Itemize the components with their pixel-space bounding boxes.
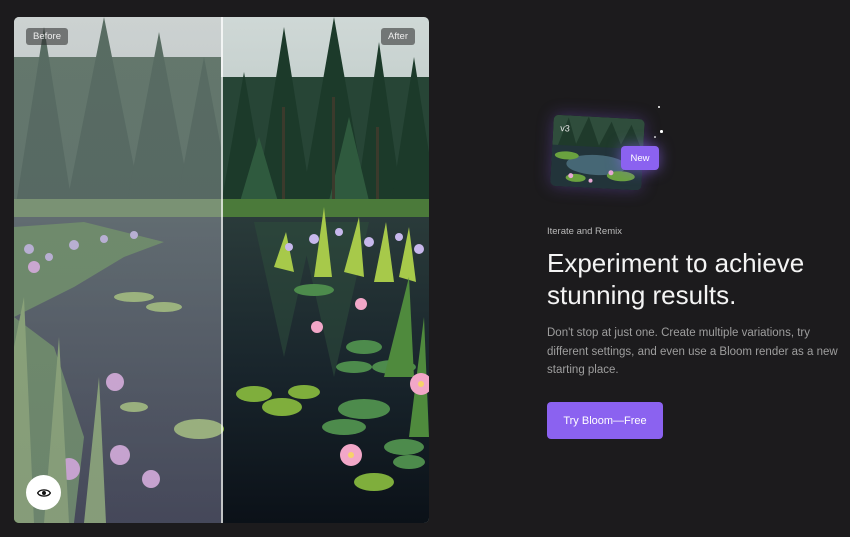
before-label: Before: [26, 28, 68, 45]
variation-preview: v3 New: [550, 106, 665, 192]
eye-icon: [36, 488, 51, 497]
toggle-view-button[interactable]: [26, 475, 61, 510]
comparison-slider-handle[interactable]: [221, 17, 223, 523]
before-after-comparison[interactable]: Before After: [14, 17, 429, 523]
headline-line-2: stunning results.: [547, 280, 737, 310]
section-description: Don't stop at just one. Create multiple …: [547, 327, 838, 376]
sparkle-icon: [658, 106, 660, 108]
try-bloom-free-button[interactable]: Try Bloom—Free: [547, 402, 663, 439]
pond-scene-before: [14, 17, 221, 523]
sparkle-icon: [654, 136, 656, 138]
new-badge: New: [621, 146, 659, 170]
before-overlay: [14, 17, 221, 523]
section-headline: Experiment to achieve stunning results.: [547, 247, 837, 311]
section-eyebrow: Iterate and Remix: [547, 226, 622, 237]
headline-line-1: Experiment to achieve: [547, 248, 805, 278]
sparkle-icon: [660, 130, 663, 133]
version-label: v3: [559, 123, 570, 134]
after-label: After: [380, 28, 415, 45]
